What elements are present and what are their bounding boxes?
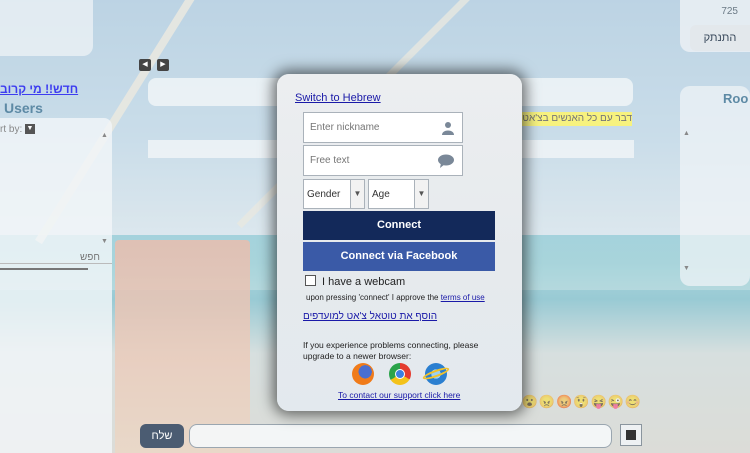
browser-problem-text: If you experience problems connecting, p… <box>303 340 479 361</box>
scroll-up-icon[interactable]: ▲ <box>683 130 691 137</box>
sort-dropdown-icon[interactable]: ▼ <box>25 124 35 134</box>
terms-prefix: upon pressing 'connect' I approve the <box>306 293 441 302</box>
rooms-title: Roo <box>723 91 749 106</box>
firefox-icon[interactable] <box>352 363 374 385</box>
nickname-field[interactable] <box>303 112 463 143</box>
connect-button[interactable]: Connect <box>303 211 495 240</box>
scroll-up-icon[interactable]: ▲ <box>101 132 108 139</box>
stop-button[interactable] <box>620 424 642 446</box>
age-select-value: Age <box>372 189 390 200</box>
scroll-down-icon[interactable]: ▼ <box>683 265 691 272</box>
add-favorites-link[interactable]: הוסף את טוטאל צ'אט למועדפים <box>303 311 437 322</box>
chevron-down-icon: ▼ <box>414 180 428 208</box>
new-nearby-link[interactable]: חדש!! מי קרוב <box>0 82 80 96</box>
rooms-scrollbar[interactable]: ▲ ▼ <box>683 130 691 280</box>
sort-label: rt by: <box>0 124 23 135</box>
message-input[interactable] <box>189 424 612 448</box>
prev-arrow-icon[interactable]: ◀ <box>139 59 151 71</box>
users-title: Users <box>4 100 43 116</box>
facebook-connect-button[interactable]: Connect via Facebook <box>303 242 495 271</box>
search-label: חפש <box>80 252 100 263</box>
age-select[interactable]: Age ▼ <box>368 179 429 209</box>
user-icon <box>442 122 454 135</box>
freetext-input[interactable] <box>304 146 454 175</box>
support-link[interactable]: To contact our support click here <box>338 390 460 400</box>
scroll-down-icon[interactable]: ▼ <box>101 238 108 245</box>
internet-explorer-icon[interactable] <box>425 363 447 385</box>
freetext-field[interactable] <box>303 145 463 176</box>
chevron-down-icon: ▼ <box>350 180 364 208</box>
left-top-panel <box>0 0 93 56</box>
login-dialog: Switch to Hebrew Gender ▼ Age ▼ Connect … <box>277 74 522 411</box>
search-input[interactable] <box>0 268 88 270</box>
speech-bubble-icon <box>438 154 454 168</box>
terms-text: upon pressing 'connect' I approve the te… <box>306 293 485 302</box>
online-count: 725 <box>721 6 738 17</box>
gender-select-value: Gender <box>307 189 341 200</box>
next-arrow-icon[interactable]: ▶ <box>157 59 169 71</box>
webcam-label: I have a webcam <box>322 276 406 288</box>
switch-language-link[interactable]: Switch to Hebrew <box>295 92 381 104</box>
nickname-input[interactable] <box>304 113 454 142</box>
gender-select[interactable]: Gender ▼ <box>303 179 365 209</box>
stop-icon <box>626 430 636 440</box>
send-button[interactable]: שלח <box>140 424 184 448</box>
users-panel <box>0 118 112 453</box>
disconnect-button[interactable]: התנתק <box>690 25 750 51</box>
chrome-icon[interactable] <box>389 363 411 385</box>
terms-link[interactable]: terms of use <box>441 293 485 302</box>
webcam-checkbox[interactable] <box>305 275 316 286</box>
search-divider <box>0 263 112 264</box>
webcam-option[interactable]: I have a webcam <box>305 275 405 288</box>
